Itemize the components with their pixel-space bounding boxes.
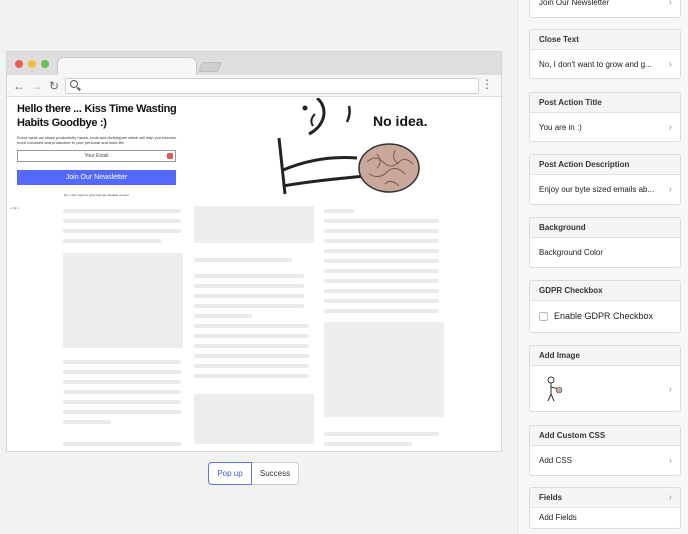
preview-mode-switch: Pop up Success xyxy=(208,462,299,485)
browser-tab xyxy=(57,57,197,75)
post-action-description-value: Enjoy our byte sized emails ab... xyxy=(539,185,655,194)
back-arrow-icon: ← xyxy=(13,79,25,93)
add-fields-value[interactable]: Add Fields xyxy=(530,508,680,528)
browser-preview: ← → ↻ ⋮ Hello there ... Kiss Time Wastin… xyxy=(6,51,502,452)
window-close-dot xyxy=(15,60,23,68)
kebab-menu-icon: ⋮ xyxy=(481,77,493,91)
gdpr-checkbox-label: Enable GDPR Checkbox xyxy=(554,311,654,321)
chevron-right-icon: › xyxy=(668,492,672,503)
post-action-title-card[interactable]: Post Action Title You are in :) › xyxy=(529,92,681,142)
reload-icon: ↻ xyxy=(49,79,60,93)
image-caption: No idea. xyxy=(373,113,427,129)
button-text-value: Join Our Newsletter xyxy=(539,0,610,7)
fields-card[interactable]: Fields › Add Fields xyxy=(529,487,681,529)
popup-description: Every week we share productivity hacks, … xyxy=(17,135,177,145)
email-placeholder: Your Email xyxy=(84,153,109,159)
forward-arrow-icon: → xyxy=(31,79,43,93)
chevron-right-icon: › xyxy=(668,184,672,195)
post-action-title-label: Post Action Title xyxy=(530,93,680,113)
url-bar xyxy=(65,78,479,94)
page-content: Hello there ... Kiss Time Wasting Habits… xyxy=(7,98,501,451)
gdpr-title: GDPR Checkbox xyxy=(530,281,680,301)
chevron-right-icon: › xyxy=(668,122,672,133)
close-text-title: Close Text xyxy=(530,30,680,50)
chevron-right-icon: › xyxy=(668,0,672,8)
search-icon xyxy=(70,80,78,88)
chevron-right-icon: › xyxy=(668,455,672,466)
post-action-title-value: You are in :) xyxy=(539,123,582,132)
browser-tab-bar xyxy=(7,52,501,75)
new-tab-icon xyxy=(198,62,222,72)
background-card[interactable]: Background Background Color xyxy=(529,217,681,268)
button-text-card[interactable]: Join Our Newsletter › xyxy=(529,0,681,18)
email-icon xyxy=(167,153,173,159)
gdpr-card: GDPR Checkbox Enable GDPR Checkbox xyxy=(529,280,681,333)
gdpr-checkbox[interactable] xyxy=(539,312,548,321)
window-maximize-dot xyxy=(41,60,49,68)
custom-css-title: Add Custom CSS xyxy=(530,426,680,446)
brand-watermark: ▪▪▪ ▮ ▪▪▪ xyxy=(10,206,20,210)
close-text-value: No, I don't want to grow and g... xyxy=(539,60,652,69)
settings-panel: Join Our Newsletter › Close Text No, I d… xyxy=(517,0,688,534)
tab-success[interactable]: Success xyxy=(252,462,299,485)
background-color-option[interactable]: Background Color xyxy=(530,238,680,267)
fields-title: Fields xyxy=(530,488,680,508)
custom-css-card[interactable]: Add Custom CSS Add CSS › xyxy=(529,425,681,476)
tab-pop-up[interactable]: Pop up xyxy=(208,462,252,485)
join-newsletter-button[interactable]: Join Our Newsletter xyxy=(17,170,176,185)
popup-close-text[interactable]: No, I don't want to grow and get valuabl… xyxy=(17,193,176,197)
background-title: Background xyxy=(530,218,680,238)
image-thumbnail xyxy=(547,376,563,402)
post-action-description-card[interactable]: Post Action Description Enjoy our byte s… xyxy=(529,154,681,205)
browser-nav-bar: ← → ↻ ⋮ xyxy=(7,75,501,97)
chevron-right-icon: › xyxy=(668,384,672,395)
popup-email-input[interactable]: Your Email xyxy=(17,150,176,162)
close-text-card[interactable]: Close Text No, I don't want to grow and … xyxy=(529,29,681,79)
add-image-card[interactable]: Add Image › xyxy=(529,345,681,412)
stick-figure-brain-image: No idea. xyxy=(277,98,427,195)
add-image-title: Add Image xyxy=(530,346,680,366)
post-action-description-label: Post Action Description xyxy=(530,155,680,175)
popup-preview: Hello there ... Kiss Time Wasting Habits… xyxy=(7,98,501,202)
window-minimize-dot xyxy=(28,60,36,68)
chevron-right-icon: › xyxy=(668,59,672,70)
popup-title: Hello there ... Kiss Time Wasting Habits… xyxy=(17,103,177,129)
add-css-value: Add CSS xyxy=(539,456,572,465)
